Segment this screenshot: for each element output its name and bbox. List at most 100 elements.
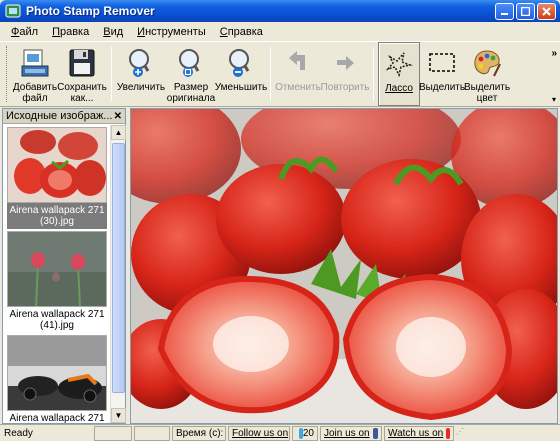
thumbnail-caption: Airena wallapack 271 (30).jpg (7, 203, 107, 229)
status-bar: Ready Время (с): 0. Follow us on 20 Join… (0, 424, 560, 441)
close-button[interactable] (537, 2, 556, 20)
palette-icon (474, 50, 501, 77)
follow-us-text: Follow us on (232, 427, 289, 439)
minimize-icon (501, 12, 508, 15)
add-file-icon (21, 49, 49, 77)
thumbnail-list: Airena wallapack 271 (30).jpg Airena wal… (3, 125, 111, 423)
menu-view-accel: В (103, 25, 111, 38)
toolbar-overflow-chevron-icon[interactable]: » (551, 48, 557, 59)
menu-bar: Файл Правка Вид Инструменты Справка (0, 22, 560, 41)
undo-arrow-icon (289, 51, 305, 70)
join-us-text: Join us on (324, 427, 370, 439)
menu-help-label: правка (227, 25, 263, 38)
panel-header: Исходные изображ... ✕ (3, 109, 125, 124)
thumbnail-caption: Airena wallapack 271 (41).jpg (9, 309, 105, 331)
app-stamp-icon (5, 4, 21, 18)
lasso-button[interactable]: Лассо (378, 42, 420, 106)
menu-file-label: айл (19, 25, 39, 38)
save-as-button[interactable]: Сохранить как... (57, 42, 107, 106)
watch-us-link[interactable]: Watch us on (384, 425, 454, 441)
minimize-button[interactable] (495, 2, 514, 20)
twitter-count: 20 (302, 427, 314, 439)
thumbnail-caption: Airena wallapack 271 (17).jpg (9, 413, 105, 423)
add-file-label-2: файл (22, 93, 48, 104)
thumbnail-scrollbar[interactable]: ▲ ▼ (110, 125, 126, 423)
undo-label: Отменить (275, 82, 321, 93)
redo-label: Повторить (320, 82, 370, 93)
status-time: Время (с): 0. (172, 425, 226, 441)
lasso-icon (385, 52, 413, 78)
close-icon (542, 6, 551, 16)
join-us-link[interactable]: Join us on (320, 425, 382, 441)
toolbar-separator (373, 47, 374, 101)
original-size-button[interactable]: Размер оригинала (166, 42, 216, 106)
follow-us-link[interactable]: Follow us on (228, 425, 290, 441)
redo-button[interactable]: Повторить (321, 42, 369, 106)
status-ready: Ready (4, 427, 33, 439)
rect-select-icon (429, 53, 455, 72)
maximize-button[interactable] (516, 2, 535, 20)
toolbar-grip[interactable] (6, 46, 9, 102)
menu-tools[interactable]: Инструменты (130, 26, 213, 38)
status-empty-2 (134, 425, 170, 441)
status-time-text: Время (с): 0. (176, 427, 225, 439)
menu-help-accel: С (219, 25, 228, 38)
save-as-label-2: как... (70, 93, 94, 104)
zoom-reset-icon (179, 49, 200, 77)
floppy-disk-icon (69, 49, 95, 77)
toolbar-separator (111, 47, 112, 101)
maximize-icon (521, 6, 530, 16)
toolbar-separator (270, 47, 271, 101)
thumbnail-image (7, 335, 107, 411)
select-color-button[interactable]: Выделить цвет (464, 42, 510, 106)
twitter-badge[interactable]: 20 (292, 425, 318, 441)
thumbnail-item[interactable]: Airena wallapack 271 (17).jpg (3, 335, 111, 423)
thumbnail-item[interactable]: Airena wallapack 271 (30).jpg (3, 127, 111, 229)
original-size-label-1: Размер (173, 82, 209, 93)
original-size-label-2: оригинала (166, 93, 216, 104)
menu-help[interactable]: Справка (213, 26, 270, 38)
thumbnail-image (7, 127, 107, 203)
scroll-thumb[interactable] (112, 143, 125, 393)
toolbar-dropdown-arrow-icon[interactable]: ▾ (552, 95, 556, 104)
panel-title: Исходные изображ... (6, 110, 113, 122)
add-file-button[interactable]: Добавить файл (13, 42, 57, 106)
menu-edit[interactable]: Правка (45, 26, 96, 38)
undo-button[interactable]: Отменить (275, 42, 321, 106)
lasso-label: Лассо (385, 83, 413, 94)
title-bar: Photo Stamp Remover (0, 0, 560, 22)
zoom-out-button[interactable]: Уменьшить (214, 42, 268, 106)
zoom-in-icon (129, 49, 150, 77)
select-color-label-2: цвет (476, 93, 498, 104)
zoom-in-label: Увеличить (116, 82, 166, 93)
resize-grip-icon[interactable]: ⋰ (456, 427, 464, 439)
save-as-label-1: Сохранить (57, 82, 107, 93)
select-label: Выделить (418, 82, 466, 93)
image-canvas[interactable] (130, 108, 558, 424)
menu-file[interactable]: Файл (4, 26, 45, 38)
toolbar: Добавить файл Сохранить как... Увеличить (0, 41, 560, 107)
menu-edit-label: равка (59, 25, 90, 38)
menu-view[interactable]: Вид (96, 26, 130, 38)
strawberries-photo (131, 109, 557, 423)
thumbnail-item[interactable]: Airena wallapack 271 (41).jpg (3, 231, 111, 333)
menu-tools-accel: И (137, 25, 146, 38)
youtube-icon (446, 427, 450, 439)
zoom-out-icon (229, 49, 250, 77)
status-empty-1 (94, 425, 132, 441)
watch-us-text: Watch us on (388, 427, 444, 439)
select-color-label-1: Выделить (463, 82, 511, 93)
add-file-label-1: Добавить (12, 82, 58, 93)
facebook-icon (372, 427, 378, 439)
zoom-in-button[interactable]: Увеличить (116, 42, 166, 106)
scroll-down-arrow-icon[interactable]: ▼ (111, 408, 126, 423)
zoom-out-label: Уменьшить (214, 82, 268, 93)
select-button[interactable]: Выделить (418, 42, 466, 106)
panel-close-icon[interactable]: ✕ (114, 111, 122, 122)
menu-tools-label: нструменты (145, 25, 206, 38)
window-title: Photo Stamp Remover (26, 4, 155, 18)
source-images-panel: Исходные изображ... ✕ Airena wallapack 2… (2, 108, 126, 424)
thumbnail-image (7, 231, 107, 307)
scroll-up-arrow-icon[interactable]: ▲ (111, 125, 126, 140)
menu-view-label: ид (110, 25, 124, 38)
